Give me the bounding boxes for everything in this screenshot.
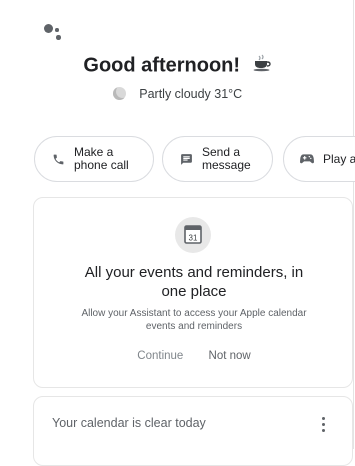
- phone-icon: [51, 152, 65, 166]
- agenda-card: Your calendar is clear today: [33, 396, 353, 466]
- send-message-chip[interactable]: Send a message: [162, 136, 273, 182]
- suggestion-chips: Make a phone call Send a message Play a: [34, 136, 355, 184]
- chip-label-line2: message: [202, 158, 251, 172]
- page-title: Good afternoon!: [0, 54, 355, 78]
- chip-label-line1: Make a: [74, 145, 114, 159]
- subtitle-line1: Allow your Assistant to access your Appl…: [81, 308, 307, 319]
- calendar-card-title: All your events and reminders, in one pl…: [34, 264, 354, 301]
- weather-summary: Partly cloudy 31°C: [0, 87, 355, 101]
- more-options-icon[interactable]: [318, 416, 328, 434]
- not-now-button[interactable]: Not now: [209, 350, 251, 362]
- calendar-clear-text: Your calendar is clear today: [52, 416, 206, 430]
- calendar-access-card: 31 All your events and reminders, in one…: [33, 197, 353, 388]
- partly-cloudy-icon: [112, 87, 126, 101]
- calendar-card-subtitle: Allow your Assistant to access your Appl…: [34, 308, 354, 333]
- coffee-cup-icon: [252, 54, 272, 78]
- make-phone-call-chip[interactable]: Make a phone call: [34, 136, 154, 182]
- calendar-card-actions: Continue Not now: [34, 350, 354, 362]
- chip-label-line2: phone call: [74, 158, 129, 172]
- play-chip[interactable]: Play a: [283, 136, 355, 182]
- message-icon: [179, 152, 193, 166]
- chip-label-line1: Send a: [202, 145, 241, 159]
- continue-button[interactable]: Continue: [137, 350, 183, 362]
- calendar-day-text: 31: [189, 234, 198, 243]
- assistant-logo-icon: [44, 24, 66, 46]
- greeting-text: Good afternoon!: [83, 54, 241, 77]
- assistant-panel: Good afternoon! Partly cloudy 31°C Make …: [0, 0, 355, 466]
- title-line2: one place: [161, 282, 227, 300]
- subtitle-line2: events and reminders: [145, 320, 243, 332]
- chip-label: Play a: [323, 151, 355, 166]
- weather-text: Partly cloudy 31°C: [139, 87, 243, 101]
- calendar-icon: 31: [175, 217, 211, 253]
- gamepad-icon: [300, 152, 314, 166]
- title-line1: All your events and reminders, in: [84, 264, 304, 281]
